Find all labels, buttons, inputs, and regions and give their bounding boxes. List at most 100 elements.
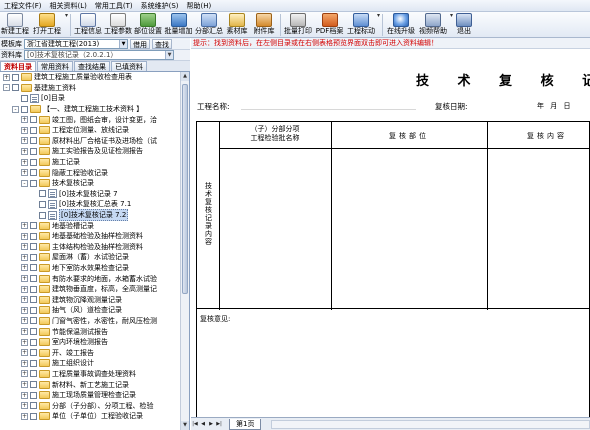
tree-item[interactable]: + 主体结构检验及抽样检测资料 (0, 242, 180, 253)
tree-scrollbar[interactable]: ▲ ▼ (180, 72, 189, 430)
expand-icon[interactable]: + (21, 222, 28, 230)
expand-icon[interactable]: + (21, 158, 28, 166)
tree-checkbox[interactable] (30, 370, 37, 378)
expand-icon[interactable]: + (21, 370, 28, 378)
expand-icon[interactable]: + (21, 147, 28, 155)
expand-icon[interactable]: + (21, 306, 28, 314)
tree-checkbox[interactable] (39, 211, 46, 219)
tree-item[interactable]: + 施工现场质量管理检查记录 (0, 390, 180, 401)
open-project-button[interactable]: 打开工程 (30, 12, 64, 38)
tab-catalog[interactable]: 资料目录 (0, 61, 36, 71)
expand-icon[interactable]: + (21, 264, 28, 272)
project-params-button[interactable]: 工程参数 (103, 12, 133, 38)
tree-checkbox[interactable] (30, 169, 37, 177)
tab-common[interactable]: 常用资料 (37, 61, 73, 71)
scrollbar-thumb[interactable] (182, 84, 188, 294)
expand-icon[interactable]: + (21, 381, 28, 389)
tree-checkbox[interactable] (30, 349, 37, 357)
tree-checkbox[interactable] (30, 243, 37, 251)
expand-icon[interactable]: + (3, 73, 10, 81)
project-mark-button[interactable]: 工程标动 (346, 12, 376, 38)
tree-item[interactable]: + 隐蔽工程验收记录 (0, 167, 180, 178)
last-sheet-icon[interactable]: ▶| (215, 420, 223, 429)
prev-sheet-icon[interactable]: ◀ (199, 420, 207, 429)
tree-checkbox[interactable] (39, 200, 46, 208)
menu-related[interactable]: 相关资料(L) (46, 0, 91, 12)
expand-icon[interactable]: + (21, 328, 28, 336)
tree-checkbox[interactable] (30, 275, 37, 283)
collapse-icon[interactable]: - (3, 84, 10, 92)
tree-item[interactable]: + 地基验槽记录 (0, 220, 180, 231)
tree-item[interactable]: + 有防水要求的地面，水箱蓄水试验 (0, 273, 180, 284)
open-dropdown-icon[interactable]: ▾ (65, 12, 68, 19)
tree-item[interactable]: + 竣工图，图纸会审，设计变更，洽 (0, 114, 180, 125)
pdf-archive-button[interactable]: PDF档案 (313, 12, 346, 38)
tree-checkbox[interactable] (12, 73, 19, 81)
collapse-icon[interactable]: - (12, 105, 19, 113)
menu-file[interactable]: 工程文件(F) (0, 0, 46, 12)
expand-icon[interactable]: + (21, 126, 28, 134)
tree-checkbox[interactable] (30, 306, 37, 314)
expand-icon[interactable]: + (21, 338, 28, 346)
tree-item[interactable]: + 地基基础检验及抽样检测资料 (0, 231, 180, 242)
template-select[interactable]: 浙江省建筑工程(2013) ▼ (24, 38, 128, 49)
expand-icon[interactable]: + (21, 317, 28, 325)
expand-icon[interactable]: + (21, 296, 28, 304)
tree-checkbox[interactable] (30, 317, 37, 325)
tree-item[interactable]: - 基建施工资料 (0, 83, 180, 94)
tree-checkbox[interactable] (30, 253, 37, 261)
batch-add-button[interactable]: 批量增加 (163, 12, 194, 38)
tree-checkbox[interactable] (30, 137, 37, 145)
exit-button[interactable]: 退出 (453, 12, 475, 38)
find-button[interactable]: 查找 (152, 38, 172, 49)
tree-checkbox[interactable] (30, 222, 37, 230)
tree-item[interactable]: - 技术复核记录 (0, 178, 180, 189)
tree-checkbox[interactable] (30, 158, 37, 166)
tree-checkbox[interactable] (39, 190, 46, 198)
expand-icon[interactable]: + (21, 402, 28, 410)
expand-icon[interactable]: + (21, 232, 28, 240)
menu-system[interactable]: 系统维护(S) (137, 0, 183, 12)
tree-item[interactable]: + 工程质量事故调查处理资料 (0, 369, 180, 380)
tree-item[interactable]: [0]技术复核记录 7 (0, 189, 180, 200)
tree-checkbox[interactable] (30, 328, 37, 336)
tree-item[interactable]: + 建筑工程施工质量验收检查用表 (0, 72, 180, 83)
expand-icon[interactable]: + (21, 359, 28, 367)
tree-item[interactable]: + 开、竣工报告 (0, 347, 180, 358)
online-upgrade-button[interactable]: 在线升级 (385, 12, 417, 38)
expand-icon[interactable]: + (21, 391, 28, 399)
tree-checkbox[interactable] (30, 116, 37, 124)
scroll-down-icon[interactable]: ▼ (181, 421, 189, 430)
form-sheet[interactable]: 技 术 复 核 记 录 工程名称: 复核日期: 年 月 日 技术复核记录内容 （… (191, 49, 590, 417)
tree-item[interactable]: + 节能保温测试报告 (0, 326, 180, 337)
tree-checkbox[interactable] (30, 126, 37, 134)
tree-checkbox[interactable] (30, 412, 37, 420)
sub-summary-button[interactable]: 分部汇总 (194, 12, 224, 38)
tree-item[interactable]: + 地下室防水效果检查记录 (0, 263, 180, 274)
collapse-icon[interactable]: - (21, 179, 28, 187)
batch-print-button[interactable]: 批量打印 (283, 12, 313, 38)
tree-checkbox[interactable] (30, 381, 37, 389)
expand-icon[interactable]: + (21, 412, 28, 420)
first-sheet-icon[interactable]: |◀ (191, 420, 199, 429)
tree-item[interactable]: + 抽气（风）道检查记录 (0, 305, 180, 316)
mark-dropdown-icon[interactable]: ▾ (377, 12, 380, 19)
expand-icon[interactable]: + (21, 275, 28, 283)
tree-checkbox[interactable] (30, 338, 37, 346)
tree-item[interactable]: + 分部（子分部）、分项工程、检验 (0, 400, 180, 411)
tree-item[interactable]: + 原材料出厂合格证书及进场检（试 (0, 136, 180, 147)
tree-item[interactable]: - 【一、建筑工程施工技术资料 】 (0, 104, 180, 115)
tree-item[interactable]: [0]目录 (0, 93, 180, 104)
expand-icon[interactable]: + (21, 169, 28, 177)
tree-checkbox[interactable] (30, 296, 37, 304)
tree-item[interactable]: + 屋面淋（蓄）水试验记录 (0, 252, 180, 263)
sheet-tab-1[interactable]: 第1页 (229, 418, 262, 430)
tree-checkbox[interactable] (30, 391, 37, 399)
material-lib-button[interactable]: 素材库 (224, 12, 250, 38)
expand-icon[interactable]: + (21, 285, 28, 293)
tree-item[interactable]: + 新材料、新工艺施工记录 (0, 379, 180, 390)
tree-item[interactable]: + 施工记录 (0, 157, 180, 168)
date-fields[interactable]: 年 月 日 (537, 101, 572, 111)
expand-icon[interactable]: + (21, 137, 28, 145)
tree-item[interactable]: + 门窗气密性，水密性，耐风压检测 (0, 316, 180, 327)
